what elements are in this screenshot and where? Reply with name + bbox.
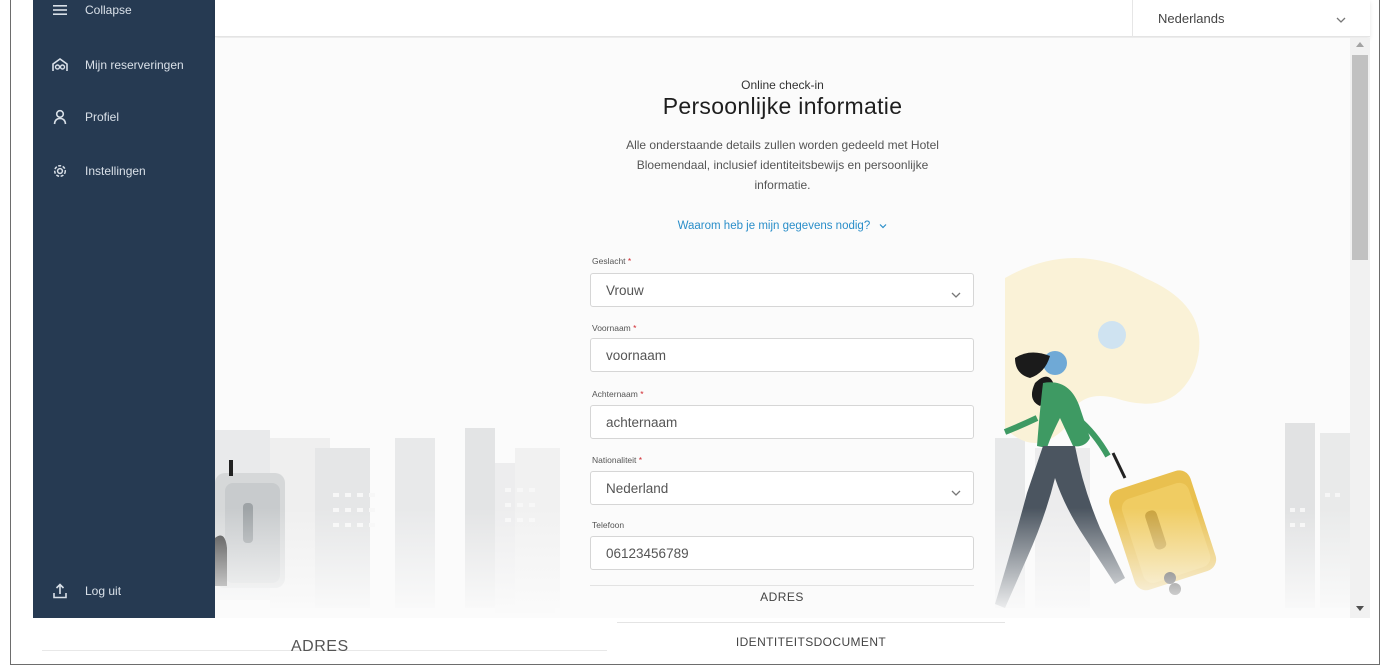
gear-icon: [50, 161, 70, 181]
chevron-down-icon: [879, 220, 887, 232]
frame-border-right: [1379, 0, 1380, 665]
scroll-up-arrow-icon[interactable]: [1356, 42, 1364, 47]
required-marker: *: [627, 256, 632, 266]
chevron-down-icon: [951, 286, 961, 304]
why-data-link[interactable]: Waarom heb je mijn gegevens nodig?: [590, 220, 975, 232]
last-name-label: Achternaam *: [592, 389, 644, 399]
chevron-down-icon: [1336, 11, 1346, 29]
why-data-label: Waarom heb je mijn gegevens nodig?: [677, 220, 871, 233]
last-name-value: achternaam: [606, 414, 678, 430]
collapse-label: Collapse: [85, 3, 132, 17]
chevron-down-icon: [951, 484, 961, 502]
scrollbar-thumb[interactable]: [1352, 55, 1368, 260]
phone-label-text: Telefoon: [592, 520, 625, 530]
sidebar-item-profile[interactable]: Profiel: [33, 102, 215, 132]
required-marker: *: [633, 323, 637, 333]
frame-border-left: [10, 0, 11, 665]
first-name-field[interactable]: voornaam: [590, 338, 974, 372]
hotel-icon: [50, 55, 70, 75]
last-name-label-text: Achternaam: [592, 389, 638, 399]
intro-text: Alle onderstaande details zullen worden …: [626, 138, 939, 192]
section-heading-address: ADRES: [760, 590, 804, 604]
sidebar-item-settings[interactable]: Instellingen: [33, 156, 215, 186]
scroll-down-arrow-icon[interactable]: [1356, 606, 1364, 611]
language-value: Nederlands: [1158, 11, 1225, 26]
gender-label-text: Geslacht: [592, 256, 626, 266]
sidebar: Collapse Mijn reserveringen Profiel Inst…: [33, 0, 215, 618]
nationality-label-text: Nationaliteit: [592, 455, 637, 465]
page-title: Persoonlijke informatie: [662, 93, 903, 119]
identity-document-heading: IDENTITEITSDOCUMENT: [735, 635, 887, 649]
collapse-button[interactable]: Collapse: [33, 0, 215, 25]
logout-label: Log uit: [85, 584, 122, 598]
nationality-label: Nationaliteit *: [592, 455, 642, 465]
top-bar: Nederlands: [215, 0, 1370, 37]
sidebar-item-label: Mijn reserveringen: [85, 58, 184, 72]
divider: [617, 622, 1005, 623]
sidebar-item-label: Profiel: [85, 110, 120, 124]
first-name-value: voornaam: [606, 347, 667, 363]
required-marker: *: [638, 455, 643, 465]
language-select[interactable]: Nederlands: [1132, 0, 1370, 37]
sidebar-item-label: Instellingen: [85, 164, 146, 178]
first-name-label: Voornaam *: [592, 323, 636, 333]
phone-label: Telefoon: [592, 520, 624, 530]
menu-icon: [50, 0, 70, 20]
user-icon: [50, 107, 70, 127]
phone-value: 06123456789: [606, 545, 689, 561]
gender-select[interactable]: Vrouw: [590, 273, 974, 307]
gender-value: Vrouw: [606, 282, 644, 298]
logout-button[interactable]: Log uit: [33, 576, 215, 606]
gender-label: Geslacht *: [592, 256, 631, 266]
main-content: Online check-in Persoonlijke informatie …: [215, 38, 1350, 618]
personal-info-form: Online check-in Persoonlijke informatie …: [590, 38, 975, 618]
phone-field[interactable]: 06123456789: [590, 536, 974, 570]
required-marker: *: [640, 389, 644, 399]
section-divider: [590, 585, 974, 586]
scrollbar[interactable]: [1350, 38, 1370, 618]
logout-icon: [50, 581, 70, 601]
last-name-field[interactable]: achternaam: [590, 405, 974, 439]
first-name-label-text: Voornaam: [592, 323, 631, 333]
nationality-value: Nederland: [606, 480, 669, 496]
page-kicker: Online check-in: [741, 78, 824, 92]
sidebar-item-reservations[interactable]: Mijn reserveringen: [33, 50, 215, 80]
frame-border-bottom: [10, 664, 1380, 665]
address-heading: ADRES: [291, 638, 349, 655]
nationality-select[interactable]: Nederland: [590, 471, 974, 505]
